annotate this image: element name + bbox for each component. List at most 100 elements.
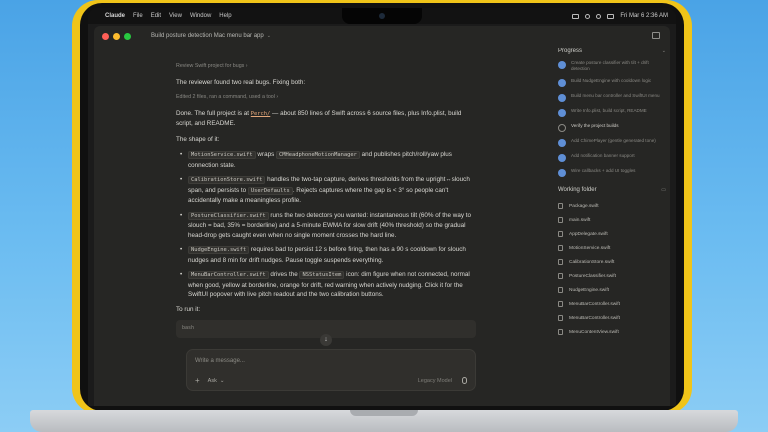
ask-mode-button[interactable]: Ask	[208, 378, 217, 384]
wifi-icon[interactable]	[596, 13, 602, 19]
progress-item: Write Info.plist, build script, README	[558, 108, 666, 117]
zoom-window-button[interactable]	[124, 32, 131, 40]
inline-code: MenuBarController.swift	[188, 271, 269, 279]
add-attachment-button[interactable]: +	[195, 376, 200, 385]
file-icon	[558, 217, 563, 223]
laptop-base	[30, 410, 738, 432]
composer-toolbar: + Ask ⌄ Legacy Model	[195, 376, 467, 385]
message-composer[interactable]: Write a message... + Ask ⌄ Legacy Model	[186, 349, 476, 391]
progress-item-label: Add ChimePlayer (gentle generated tone)	[571, 138, 656, 143]
inline-code: PostureClassifier.swift	[188, 211, 269, 220]
progress-list: Create posture classifier with tilt + dr…	[558, 60, 666, 177]
list-item: CalibrationStore.swift handles the two-t…	[180, 175, 476, 206]
list-item: MenuBarController.swift drives the NSSta…	[180, 270, 476, 300]
progress-title: Progress	[558, 48, 583, 54]
file-name: MenuBarController.swift	[569, 301, 620, 307]
file-item[interactable]: main.swift	[558, 213, 666, 227]
control-center-icon[interactable]	[572, 13, 580, 19]
to-run-heading: To run it:	[176, 305, 201, 313]
minimize-window-button[interactable]	[113, 32, 120, 40]
file-icon	[558, 315, 563, 321]
menu-clock[interactable]: Fri Mar 6 2:36 AM	[620, 13, 668, 19]
laptop-base-notch	[350, 410, 418, 416]
progress-item-label: Build menu bar controller and SwiftUI me…	[571, 93, 660, 98]
menu-file[interactable]: File	[133, 13, 143, 19]
file-name: NudgeEngine.swift	[569, 287, 609, 293]
progress-item-label: Create posture classifier with tilt + dr…	[571, 60, 649, 71]
file-name: MenuContentView.swift	[569, 329, 619, 335]
progress-item-label: Wire callbacks + add UI toggles	[571, 168, 636, 173]
file-item[interactable]: AppDelegate.swift	[558, 227, 666, 241]
scroll-down-button[interactable]: ↓	[320, 334, 332, 346]
file-item[interactable]: MenuBarController.swift	[558, 297, 666, 311]
progress-item: Wire callbacks + add UI toggles	[558, 168, 666, 177]
menu-view[interactable]: View	[169, 13, 182, 19]
progress-item-label: Add notification banner support	[571, 153, 635, 158]
progress-item-label: Verify the project builds	[571, 123, 619, 128]
collapse-icon[interactable]: ⌄	[662, 48, 666, 54]
inline-code: MotionService.swift	[188, 151, 256, 159]
window-title[interactable]: Build posture detection Mac menu bar app…	[151, 33, 271, 39]
chevron-down-icon: ⌄	[219, 377, 225, 384]
progress-item: Build menu bar controller and SwiftUI me…	[558, 93, 666, 102]
camera-notch	[342, 8, 422, 24]
tool-summary-edits[interactable]: Edited 2 files, ran a command, used a to…	[176, 93, 476, 103]
project-folder-link[interactable]: Perch/	[251, 111, 270, 117]
file-icon	[558, 301, 563, 307]
shape-heading: The shape of it:	[176, 135, 220, 143]
model-selector[interactable]: Legacy Model	[418, 378, 452, 384]
progress-item: Build NudgeEngine with cooldown logic	[558, 78, 666, 87]
file-item[interactable]: MotionService.swift	[558, 241, 666, 255]
list-item: MotionService.swift wraps CMHeadphoneMot…	[180, 150, 476, 170]
menu-edit[interactable]: Edit	[151, 13, 161, 19]
camera-icon	[379, 13, 385, 19]
screen: Claude File Edit View Window Help Fri Ma…	[88, 8, 676, 406]
bullet-text: drives the	[268, 271, 300, 278]
progress-item: Add ChimePlayer (gentle generated tone)	[558, 138, 666, 147]
sidebar-toggle-icon[interactable]	[652, 32, 660, 39]
status-icon[interactable]	[585, 13, 591, 19]
progress-status-icon	[558, 109, 566, 117]
file-name: AppDelegate.swift	[569, 231, 608, 237]
file-name: MenuBarController.swift	[569, 315, 620, 321]
file-item[interactable]: CalibrationStore.swift	[558, 255, 666, 269]
chat-transcript: Review Swift project for bugs › The revi…	[176, 62, 476, 352]
list-item: NudgeEngine.swift requires bad to persis…	[180, 245, 476, 265]
file-item[interactable]: PostureClassifier.swift	[558, 269, 666, 283]
review-line: Review Swift project for bugs	[176, 63, 245, 69]
menu-window[interactable]: Window	[190, 13, 211, 19]
menu-help[interactable]: Help	[219, 13, 231, 19]
message-input[interactable]: Write a message...	[195, 358, 245, 364]
done-message: Done. The full project is at Perch/ — ab…	[176, 109, 476, 129]
battery-icon[interactable]	[607, 13, 615, 19]
inline-code: UserDefaults	[247, 186, 293, 195]
folder-icon[interactable]: ▭	[661, 187, 666, 193]
progress-status-icon	[558, 124, 566, 132]
progress-header: Progress ⌄	[558, 48, 666, 54]
tool-summary-review[interactable]: Review Swift project for bugs ›	[176, 62, 476, 72]
chevron-right-icon: ›	[245, 63, 248, 69]
file-item[interactable]: Package.swift	[558, 199, 666, 213]
progress-item: Create posture classifier with tilt + dr…	[558, 60, 666, 72]
menu-app-name[interactable]: Claude	[105, 13, 125, 19]
list-item: PostureClassifier.swift runs the two det…	[180, 211, 476, 241]
progress-status-icon	[558, 139, 566, 147]
file-item[interactable]: NudgeEngine.swift	[558, 283, 666, 297]
title-bar: Build posture detection Mac menu bar app…	[94, 26, 670, 46]
file-name: CalibrationStore.swift	[569, 259, 615, 265]
file-icon	[558, 245, 563, 251]
file-list: Package.swift main.swift AppDelegate.swi…	[558, 199, 666, 339]
working-folder-header: Working folder ▭	[558, 187, 666, 193]
progress-status-icon	[558, 61, 566, 69]
close-window-button[interactable]	[102, 32, 109, 40]
file-icon	[558, 259, 563, 265]
microphone-icon[interactable]	[462, 377, 467, 384]
file-name: Package.swift	[569, 203, 599, 209]
file-item[interactable]: MenuContentView.swift	[558, 325, 666, 339]
file-name: MotionService.swift	[569, 245, 611, 251]
progress-status-icon	[558, 154, 566, 162]
progress-status-icon	[558, 94, 566, 102]
progress-status-icon	[558, 79, 566, 87]
file-item[interactable]: MenuBarController.swift	[558, 311, 666, 325]
bullet-text: wraps	[255, 151, 276, 158]
